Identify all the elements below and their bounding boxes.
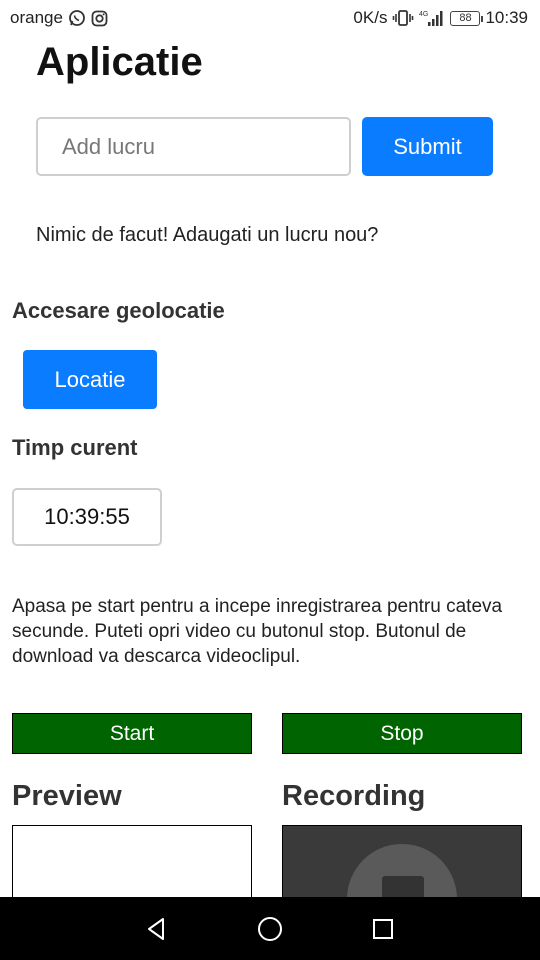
carrier-label: orange — [10, 8, 63, 27]
network-speed: 0K/s — [353, 8, 388, 27]
recents-icon[interactable] — [363, 909, 403, 949]
current-time-display: 10:39:55 — [12, 488, 162, 546]
status-time: 10:39 — [485, 8, 528, 27]
battery-level: 88 — [459, 12, 472, 24]
status-bar: orange 0K/s 4G 88 10:39 — [0, 0, 540, 36]
submit-button[interactable]: Submit — [362, 117, 493, 176]
network-type: 4G — [419, 11, 428, 18]
recording-instructions: Apasa pe start pentru a incepe inregistr… — [12, 596, 503, 667]
status-left: orange — [10, 8, 108, 28]
preview-heading: Preview — [12, 780, 122, 812]
current-time-heading: Timp curent — [12, 435, 138, 460]
instagram-icon — [91, 10, 108, 27]
geolocation-heading: Accesare geolocatie — [12, 298, 225, 323]
screen: orange 0K/s 4G 88 10:39 Aplicatie Add lu… — [0, 0, 540, 960]
whatsapp-icon — [68, 9, 86, 27]
recording-video[interactable] — [282, 825, 522, 905]
home-icon[interactable] — [250, 909, 290, 949]
back-icon[interactable] — [137, 909, 177, 949]
location-button[interactable]: Locatie — [23, 350, 157, 409]
vibrate-icon — [392, 9, 414, 27]
recording-heading: Recording — [282, 780, 426, 812]
stop-button[interactable]: Stop — [282, 713, 522, 754]
todo-input[interactable] — [36, 117, 351, 176]
signal-icon: 4G — [419, 9, 445, 27]
page-title: Aplicatie — [36, 40, 203, 84]
preview-video[interactable] — [12, 825, 252, 905]
status-right: 0K/s 4G 88 10:39 — [353, 8, 528, 28]
empty-todo-message: Nimic de facut! Adaugati un lucru nou? — [36, 224, 379, 246]
battery-icon: 88 — [450, 10, 484, 26]
navigation-bar — [0, 897, 540, 960]
start-button[interactable]: Start — [12, 713, 252, 754]
